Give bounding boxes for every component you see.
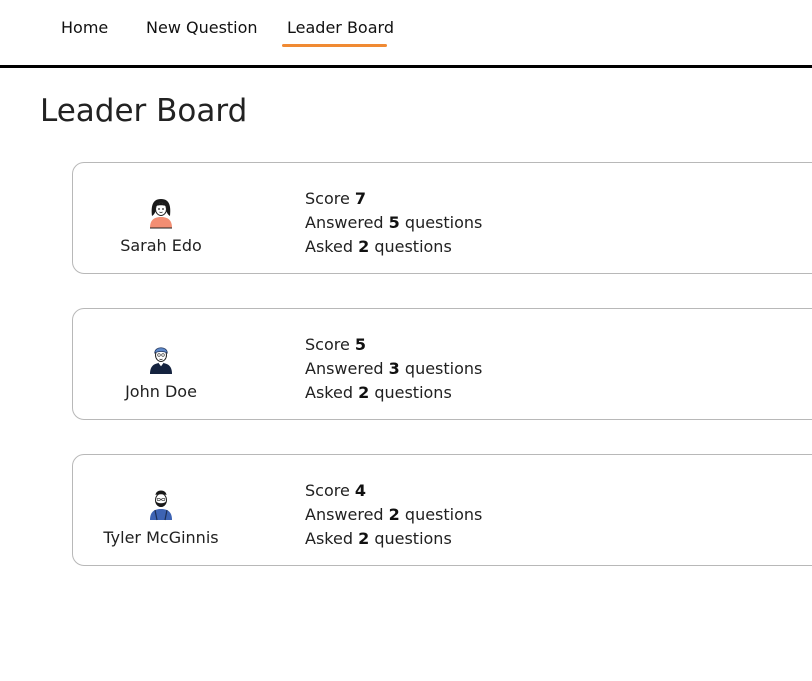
answered-count: 5 xyxy=(388,213,400,232)
leaderboard-card: John Doe Score 5 Answered 3 questions As… xyxy=(72,308,812,420)
nav-leader-board-link[interactable]: Leader Board xyxy=(287,17,394,39)
user-stats: Score 7 Answered 5 questions Asked 2 que… xyxy=(305,187,482,259)
user-name: Sarah Edo xyxy=(120,236,202,255)
asked-line: Asked 2 questions xyxy=(305,529,452,548)
asked-count: 2 xyxy=(358,383,370,402)
leaderboard-card: Tyler McGinnis Score 4 Answered 2 questi… xyxy=(72,454,812,566)
top-navigation: Home New Question Leader Board xyxy=(0,0,812,68)
nav-new-question-link[interactable]: New Question xyxy=(146,17,258,39)
user-stats: Score 5 Answered 3 questions Asked 2 que… xyxy=(305,333,482,405)
asked-line: Asked 2 questions xyxy=(305,383,452,402)
score-value: 7 xyxy=(354,189,367,208)
asked-count: 2 xyxy=(358,237,370,256)
score-value: 5 xyxy=(354,335,367,354)
active-nav-indicator xyxy=(282,44,387,47)
answered-count: 3 xyxy=(388,359,400,378)
asked-line: Asked 2 questions xyxy=(305,237,452,256)
user-stats: Score 4 Answered 2 questions Asked 2 que… xyxy=(305,479,482,551)
answered-count: 2 xyxy=(388,505,400,524)
answered-line: Answered 3 questions xyxy=(305,359,483,378)
man-avatar-icon xyxy=(143,339,179,375)
score-line: Score 5 xyxy=(305,335,367,354)
asked-count: 2 xyxy=(358,529,370,548)
bearded-man-avatar-icon xyxy=(143,485,179,521)
nav-home-link[interactable]: Home xyxy=(61,17,108,39)
woman-avatar-icon xyxy=(143,193,179,229)
user-name: John Doe xyxy=(125,382,197,401)
answered-line: Answered 2 questions xyxy=(305,505,483,524)
leaderboard-card: Sarah Edo Score 7 Answered 5 questions A… xyxy=(72,162,812,274)
score-line: Score 4 xyxy=(305,481,367,500)
score-value: 4 xyxy=(354,481,367,500)
page-title: Leader Board xyxy=(40,93,248,129)
user-name: Tyler McGinnis xyxy=(103,528,219,547)
score-line: Score 7 xyxy=(305,189,367,208)
answered-line: Answered 5 questions xyxy=(305,213,483,232)
